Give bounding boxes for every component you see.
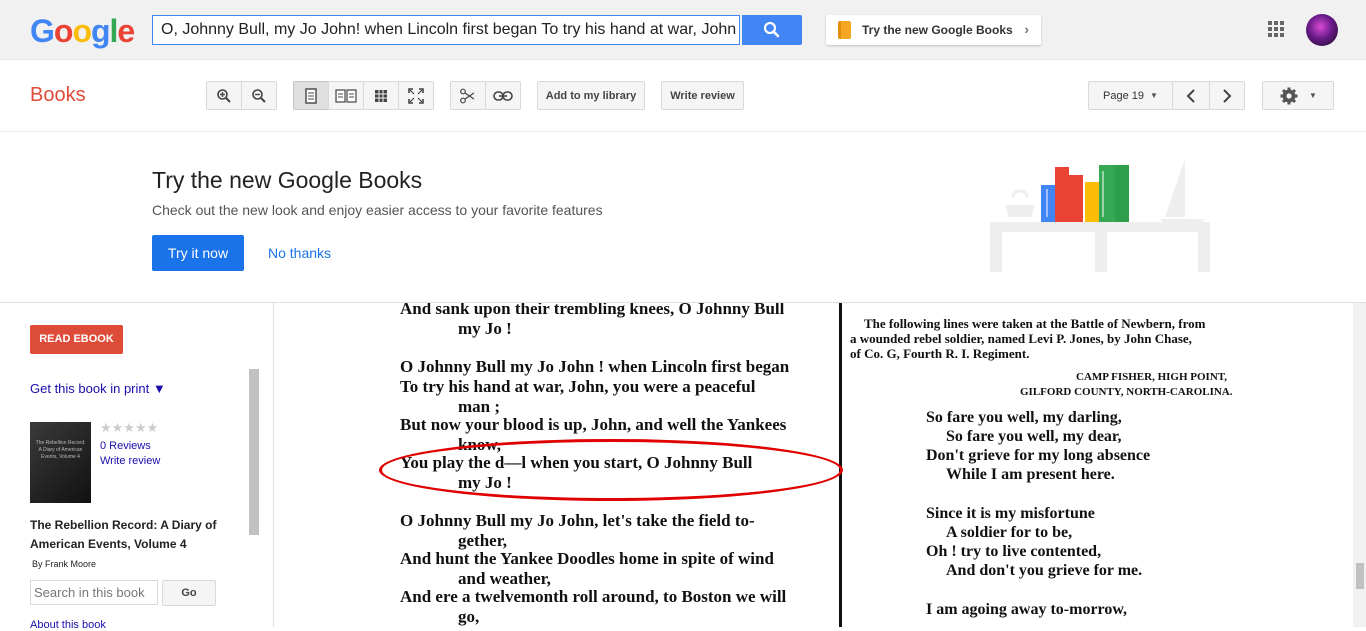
read-ebook-button[interactable]: READ EBOOK	[30, 325, 123, 354]
scan-poem-line: Since it is my misfortune	[926, 505, 1095, 522]
scan-text-line: gether,	[458, 531, 507, 550]
sidebar-write-review-link[interactable]: Write review	[100, 455, 160, 467]
scan-poem-line: A soldier for to be,	[946, 524, 1073, 541]
cover-title: The Rebellion Record: A Diary of America…	[35, 440, 86, 460]
scan-poem-line: And don't you grieve for me.	[946, 562, 1143, 579]
link-icon	[493, 90, 513, 101]
settings-button[interactable]: ▼	[1262, 81, 1334, 110]
scissors-icon	[460, 88, 475, 103]
two-page-view-button[interactable]	[328, 81, 364, 110]
scan-text-line: And ere a twelvemonth roll around, to Bo…	[400, 587, 787, 606]
page-selector[interactable]: Page 19 ▼	[1088, 81, 1173, 110]
scan-poem-line: Oh ! try to live contented,	[926, 543, 1102, 560]
scan-text-line: my Jo !	[458, 319, 512, 338]
viewer-scrollbar-thumb[interactable]	[1356, 563, 1364, 589]
write-review-button[interactable]: Write review	[661, 81, 744, 110]
no-thanks-button[interactable]: No thanks	[268, 235, 331, 271]
avatar[interactable]	[1306, 14, 1338, 46]
scan-text-line: go,	[458, 607, 480, 626]
sidebar-scrollbar[interactable]	[249, 369, 259, 535]
google-logo[interactable]: Google	[30, 13, 135, 50]
two-page-icon	[335, 88, 357, 103]
page-viewer[interactable]: And sank upon their trembling knees, O J…	[275, 303, 1353, 627]
highlight-annotation-ellipse	[379, 439, 843, 501]
search-in-book-input[interactable]: Search in this book	[30, 580, 158, 605]
banner-subtitle: Check out the new look and enjoy easier …	[152, 202, 603, 218]
add-to-library-button[interactable]: Add to my library	[537, 81, 645, 110]
scan-poem-line: While I am present here.	[946, 466, 1115, 483]
apps-grid-icon[interactable]	[1268, 21, 1284, 37]
scan-place-line: CAMP FISHER, HIGH POINT,	[1076, 371, 1228, 383]
zoom-out-icon	[252, 88, 266, 103]
fullscreen-icon	[408, 87, 424, 104]
book-title: The Rebellion Record: A Diary of America…	[30, 518, 217, 551]
top-bar: Google O, Johnny Bull, my Jo John! when …	[0, 0, 1366, 60]
reviews-link[interactable]: 0 Reviews	[100, 440, 151, 452]
scan-text-line: To try his hand at war, John, you were a…	[400, 377, 756, 396]
logo-letter: o	[53, 13, 74, 49]
banner-title: Try the new Google Books	[152, 167, 423, 193]
viewer-scrollbar[interactable]	[1353, 303, 1366, 627]
scan-poem-line: So fare you well, my darling,	[926, 409, 1122, 426]
about-this-book-link[interactable]: About this book	[30, 619, 106, 631]
book-sidebar: READ EBOOK Get this book in print ▼ The …	[0, 303, 274, 631]
single-page-view-button[interactable]	[293, 81, 329, 110]
scan-text-line: But now your blood is up, John, and well…	[400, 415, 787, 434]
caret-down-icon: ▼	[1150, 91, 1158, 100]
previous-page-button[interactable]	[1172, 81, 1210, 110]
get-book-in-print-link[interactable]: Get this book in print ▼	[30, 381, 166, 396]
rating-stars: ★★★★★	[100, 420, 159, 435]
logo-letter: G	[30, 13, 55, 49]
books-title[interactable]: Books	[30, 84, 86, 107]
search-icon	[763, 21, 780, 38]
book-author: By Frank Moore	[32, 559, 97, 569]
thumbnail-view-button[interactable]	[363, 81, 399, 110]
bookshelf-illustration	[990, 159, 1210, 272]
zoom-out-button[interactable]	[241, 81, 277, 110]
clip-button[interactable]	[450, 81, 486, 110]
try-it-now-button[interactable]: Try it now	[152, 235, 244, 271]
scan-text-line: and weather,	[458, 569, 551, 588]
scan-header-line: of Co. G, Fourth R. I. Regiment.	[850, 346, 1030, 361]
gear-icon	[1280, 87, 1298, 104]
link-button[interactable]	[485, 81, 521, 110]
single-page-icon	[305, 87, 317, 104]
try-new-books-link[interactable]: Try the new Google Books ›	[826, 15, 1041, 45]
scan-place-line: GILFORD COUNTY, NORTH-CAROLINA.	[1020, 386, 1233, 398]
zoom-in-button[interactable]	[206, 81, 242, 110]
scan-poem-line: Don't grieve for my long absence	[926, 447, 1151, 464]
scan-text-line: O Johnny Bull my Jo John ! when Lincoln …	[400, 357, 790, 376]
logo-letter: o	[72, 13, 92, 49]
scan-text-line: O Johnny Bull my Jo John, let's take the…	[400, 511, 755, 530]
chevron-left-icon	[1186, 88, 1195, 103]
book-cover-thumbnail[interactable]: The Rebellion Record: A Diary of America…	[30, 422, 91, 503]
scan-header-line: a wounded rebel soldier, named Levi P. J…	[850, 331, 1192, 346]
search-in-book-go-button[interactable]: Go	[162, 580, 216, 606]
scan-text-line: And hunt the Yankee Doodles home in spit…	[400, 549, 774, 568]
fullscreen-button[interactable]	[398, 81, 434, 110]
books-toolbar: Books Add to my library Write review Pag…	[0, 60, 1366, 132]
chevron-right-icon: ›	[1024, 21, 1029, 37]
scanned-page: And sank upon their trembling knees, O J…	[275, 303, 1353, 627]
scan-text-line: man ;	[458, 397, 501, 416]
books-icon	[838, 21, 851, 39]
scan-poem-line: I am agoing away to-morrow,	[926, 601, 1128, 618]
scan-text-line: And sank upon their trembling knees, O J…	[400, 303, 785, 318]
logo-letter: g	[90, 13, 111, 49]
promo-banner: Try the new Google Books Check out the n…	[0, 132, 1366, 303]
search-button[interactable]	[742, 15, 802, 45]
scan-poem-line: So fare you well, my dear,	[946, 428, 1122, 445]
page-label: Page 19	[1103, 89, 1145, 102]
search-input[interactable]: O, Johnny Bull, my Jo John! when Lincoln…	[152, 15, 740, 45]
zoom-in-icon	[217, 88, 231, 103]
grid-view-icon	[375, 89, 387, 102]
logo-letter: e	[117, 13, 135, 49]
chevron-right-icon	[1223, 88, 1232, 103]
caret-down-icon: ▼	[1309, 91, 1317, 100]
scan-header-line: The following lines were taken at the Ba…	[864, 316, 1206, 331]
next-page-button[interactable]	[1209, 81, 1245, 110]
try-new-books-label: Try the new Google Books	[862, 23, 1013, 37]
